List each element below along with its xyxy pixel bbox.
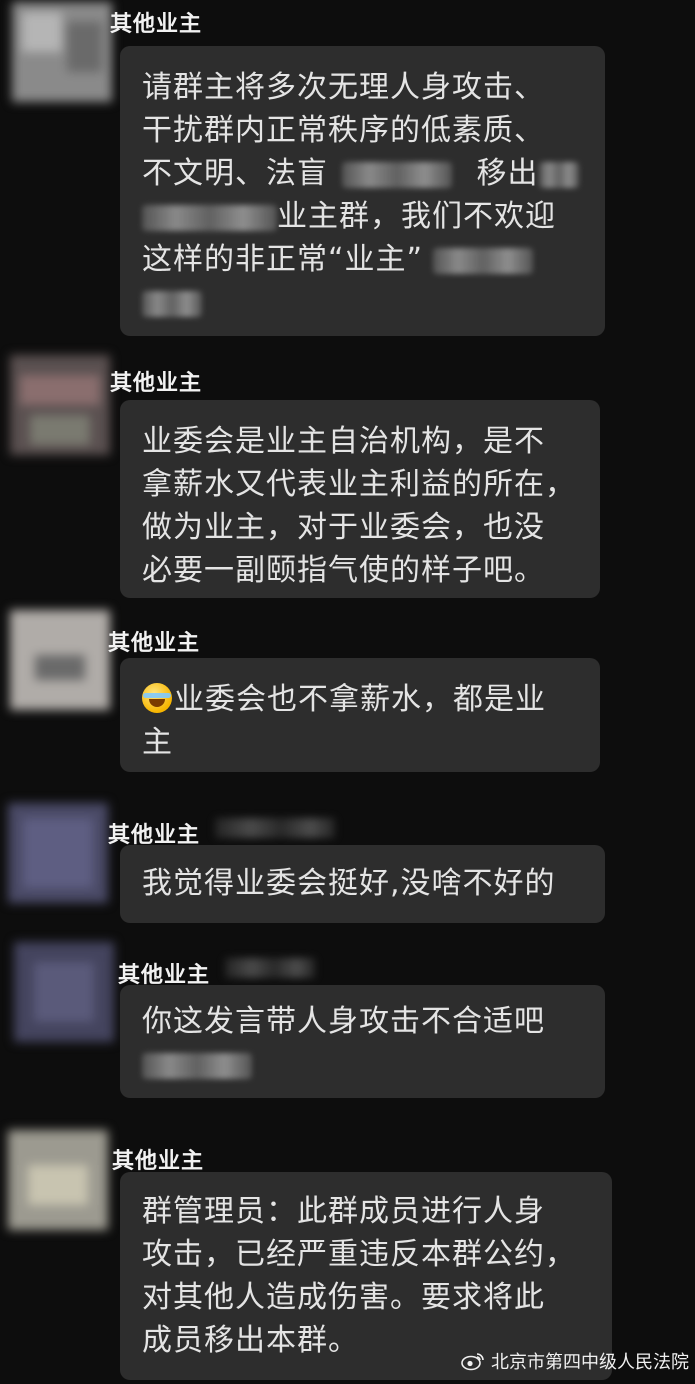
redacted-text — [142, 204, 277, 231]
message-line: 不文明、法盲 移出 — [142, 152, 587, 195]
avatar[interactable] — [14, 942, 114, 1042]
message-line: 攻击，已经严重违反本群公约， — [142, 1237, 576, 1272]
sender-name: 其他业主 — [110, 370, 203, 396]
avatar[interactable] — [10, 355, 110, 455]
message-line — [142, 1043, 587, 1086]
weibo-icon — [461, 1353, 484, 1371]
sender-name: 其他业主 — [108, 630, 201, 656]
message-line: 拿薪水又代表业主利益的所在， — [142, 467, 576, 502]
watermark-text: 北京市第四中级人民法院 — [491, 1352, 689, 1373]
message-line: 这样的非正常“业主” — [142, 238, 587, 281]
message-line: 干扰群内正常秩序的低素质、 — [142, 113, 545, 148]
message-line: 业主群，我们不欢迎 — [142, 195, 587, 238]
watermark: 北京市第四中级人民法院 — [461, 1348, 689, 1374]
message-bubble[interactable]: 请群主将多次无理人身攻击、 干扰群内正常秩序的低素质、 不文明、法盲 移出 业主… — [120, 46, 605, 336]
avatar[interactable] — [10, 610, 110, 710]
message-line: 做为业主，对于业委会，也没 — [142, 510, 545, 545]
redacted-text — [142, 1052, 252, 1079]
redacted-text — [215, 818, 335, 838]
message-line: 群管理员：此群成员进行人身 — [142, 1194, 545, 1229]
message-bubble[interactable]: 业委会是业主自治机构，是不 拿薪水又代表业主利益的所在， 做为业主，对于业委会，… — [120, 400, 600, 598]
avatar[interactable] — [12, 2, 112, 102]
sender-name: 其他业主 — [112, 1148, 205, 1174]
message-line — [142, 281, 587, 324]
message-line: 我觉得业委会挺好,没啥不好的 — [142, 866, 556, 901]
message-line: 你这发言带人身攻击不合适吧 — [142, 1004, 545, 1039]
sender-name: 其他业主 — [110, 11, 203, 37]
redacted-text — [225, 958, 315, 978]
message-line: 业委会是业主自治机构，是不 — [142, 424, 545, 459]
message-line: 必要一副颐指气使的样子吧。 — [142, 553, 545, 588]
message-bubble[interactable]: 你这发言带人身攻击不合适吧 — [120, 985, 605, 1098]
laughing-crying-emoji-icon — [142, 683, 172, 713]
avatar[interactable] — [8, 803, 108, 903]
message-line: 请群主将多次无理人身攻击、 — [142, 70, 545, 105]
redacted-text — [538, 161, 579, 188]
avatar[interactable] — [8, 1130, 108, 1230]
message-bubble[interactable]: 业委会也不拿薪水，都是业 主 — [120, 658, 600, 772]
redacted-text — [142, 290, 202, 317]
message-line: 主 — [142, 725, 173, 760]
redacted-text — [433, 247, 534, 274]
message-bubble[interactable]: 我觉得业委会挺好,没啥不好的 — [120, 845, 605, 923]
redacted-text — [342, 161, 452, 188]
message-line: 对其他人造成伤害。要求将此 — [142, 1280, 545, 1315]
message-line: 业委会也不拿薪水，都是业 — [142, 678, 582, 721]
